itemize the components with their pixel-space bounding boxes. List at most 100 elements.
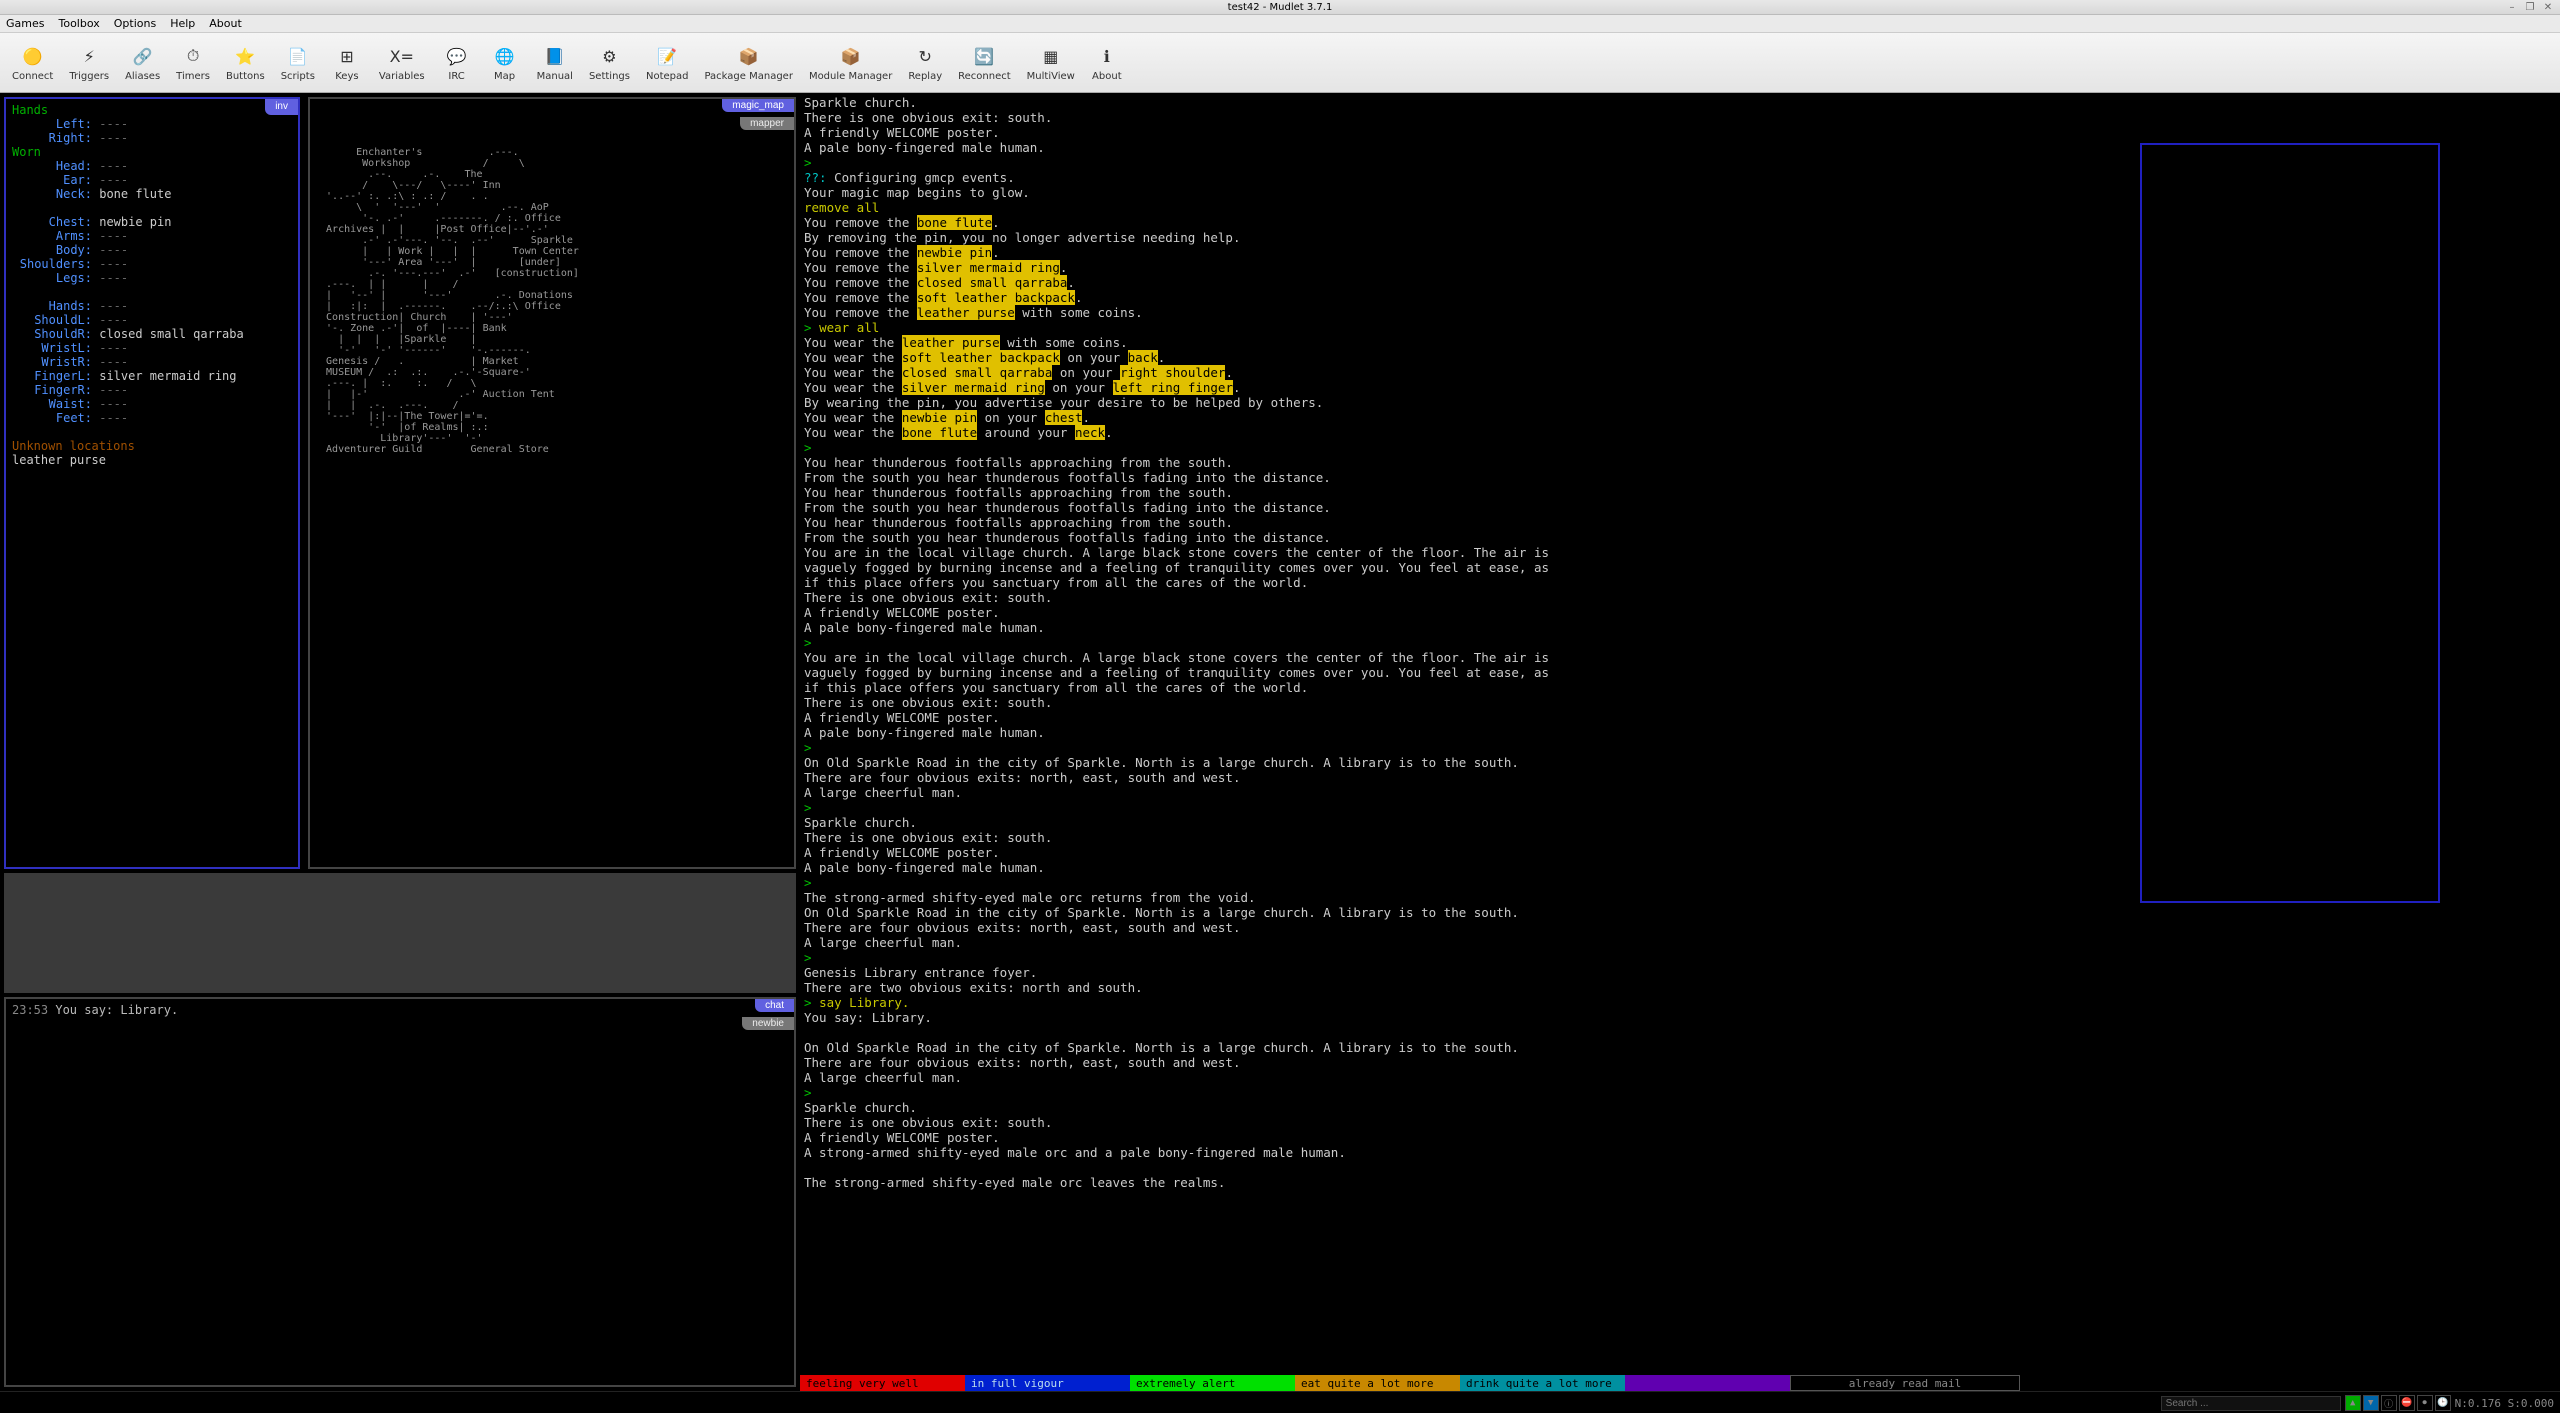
- toolbar-timers-button[interactable]: ⏱Timers: [168, 41, 218, 84]
- status-drink: drink quite a lot more: [1460, 1375, 1625, 1391]
- inv-shouldr-value: closed small qarraba: [99, 327, 244, 341]
- notepad-icon: 📝: [654, 43, 680, 69]
- buttons-icon: ⭐: [232, 43, 258, 69]
- tab-mapper[interactable]: mapper: [740, 117, 794, 130]
- tray-up-icon[interactable]: ▲: [2345, 1395, 2361, 1411]
- status-food: eat quite a lot more: [1295, 1375, 1460, 1391]
- toolbar-triggers-button[interactable]: ⚡Triggers: [61, 41, 117, 84]
- menu-toolbox[interactable]: Toolbox: [58, 17, 99, 30]
- inv-arms-value: ----: [99, 229, 128, 243]
- map-panel: magic_map mapper Enchanter's .---. Works…: [308, 97, 796, 869]
- right-column: [2020, 93, 2560, 1391]
- tray-info-icon[interactable]: ⓘ: [2381, 1395, 2397, 1411]
- toolbar-connect-button[interactable]: 🟡Connect: [4, 41, 61, 84]
- tray-log-icon[interactable]: ⏺: [2417, 1395, 2433, 1411]
- toolbar: 🟡Connect⚡Triggers🔗Aliases⏱Timers⭐Buttons…: [0, 33, 2560, 93]
- window-titlebar: test42 - Mudlet 3.7.1 – ❐ ✕: [0, 0, 2560, 15]
- tray-down-icon[interactable]: ▼: [2363, 1395, 2379, 1411]
- blank-area: [4, 873, 796, 993]
- inv-neck-label: Neck:: [12, 187, 92, 201]
- tab-magic-map[interactable]: magic_map: [722, 99, 794, 112]
- inv-feet-value: ----: [99, 411, 128, 425]
- inv-unknown-header: Unknown locations: [12, 439, 292, 453]
- search-input[interactable]: [2161, 1396, 2341, 1411]
- toolbar-keys-button[interactable]: ⊞Keys: [323, 41, 371, 84]
- toolbar-scripts-button[interactable]: 📄Scripts: [273, 41, 323, 84]
- map-icon: 🌐: [492, 43, 518, 69]
- toolbar-notepad-button[interactable]: 📝Notepad: [638, 41, 697, 84]
- right-empty-panel: [2140, 143, 2440, 903]
- inv-right-label: Right:: [12, 131, 92, 145]
- inv-ear-value: ----: [99, 173, 128, 187]
- menu-about[interactable]: About: [209, 17, 242, 30]
- toolbar-irc-button[interactable]: 💬IRC: [433, 41, 481, 84]
- settings-icon: ⚙: [596, 43, 622, 69]
- package-manager-icon: 📦: [736, 43, 762, 69]
- status-mail: already read mail: [1790, 1375, 2020, 1391]
- inv-fingerr-label: FingerR:: [12, 383, 92, 397]
- inv-right-value: ----: [99, 131, 128, 145]
- toolbar-reconnect-button[interactable]: 🔄Reconnect: [950, 41, 1019, 84]
- scripts-icon: 📄: [285, 43, 311, 69]
- status-alert: extremely alert: [1130, 1375, 1295, 1391]
- manual-icon: 📘: [542, 43, 568, 69]
- irc-icon: 💬: [444, 43, 470, 69]
- inv-left-label: Left:: [12, 117, 92, 131]
- inv-shouldl-value: ----: [99, 313, 128, 327]
- chat-panel: chat newbie 23:53 You say: Library.: [4, 997, 796, 1387]
- tray-bug-icon[interactable]: ⛔: [2399, 1395, 2415, 1411]
- main-console[interactable]: Sparkle church. There is one obvious exi…: [800, 93, 2020, 1375]
- toolbar-multiview-button[interactable]: ▦MultiView: [1019, 41, 1083, 84]
- inv-arms-label: Arms:: [12, 229, 92, 243]
- inv-waist-value: ----: [99, 397, 128, 411]
- menu-games[interactable]: Games: [6, 17, 44, 30]
- toolbar-buttons-button[interactable]: ⭐Buttons: [218, 41, 273, 84]
- inv-wristr-label: WristR:: [12, 355, 92, 369]
- chat-line: You say: Library.: [55, 1003, 178, 1017]
- inv-ear-label: Ear:: [12, 173, 92, 187]
- tray-icons: ▲ ▼ ⓘ ⛔ ⏺ 🕒: [2345, 1395, 2451, 1411]
- tab-inv[interactable]: inv: [265, 99, 298, 115]
- inventory-panel: inv Hands Left: ---- Right: ---- Worn He…: [4, 97, 300, 869]
- menu-help[interactable]: Help: [170, 17, 195, 30]
- toolbar-module-manager-button[interactable]: 📦Module Manager: [801, 41, 900, 84]
- status-intox: [1625, 1375, 1790, 1391]
- inv-wristr-value: ----: [99, 355, 128, 369]
- inv-body-label: Body:: [12, 243, 92, 257]
- status-hp: feeling very well: [800, 1375, 965, 1391]
- inv-legs-value: ----: [99, 271, 128, 285]
- inv-shouldr-label: ShouldR:: [12, 327, 92, 341]
- toolbar-settings-button[interactable]: ⚙Settings: [581, 41, 638, 84]
- inv-legs-label: Legs:: [12, 271, 92, 285]
- ascii-map: Enchanter's .---. Workshop / \ .--. .-. …: [314, 147, 790, 455]
- tab-chat[interactable]: chat: [755, 999, 794, 1012]
- tab-newbie[interactable]: newbie: [742, 1017, 794, 1030]
- close-icon[interactable]: ✕: [2542, 1, 2554, 13]
- inv-hands-label: Hands:: [12, 299, 92, 313]
- menu-options[interactable]: Options: [114, 17, 156, 30]
- tray-clock-icon[interactable]: 🕒: [2435, 1395, 2451, 1411]
- inv-chest-label: Chest:: [12, 215, 92, 229]
- status-mana: in full vigour: [965, 1375, 1130, 1391]
- inv-body-value: ----: [99, 243, 128, 257]
- toolbar-package-manager-button[interactable]: 📦Package Manager: [696, 41, 800, 84]
- about-icon: ℹ: [1094, 43, 1120, 69]
- toolbar-map-button[interactable]: 🌐Map: [481, 41, 529, 84]
- toolbar-about-button[interactable]: ℹAbout: [1083, 41, 1131, 84]
- maximize-icon[interactable]: ❐: [2524, 1, 2536, 13]
- toolbar-aliases-button[interactable]: 🔗Aliases: [117, 41, 168, 84]
- minimize-icon[interactable]: –: [2506, 1, 2518, 13]
- inv-left-value: ----: [99, 117, 128, 131]
- menubar: Games Toolbox Options Help About: [0, 15, 2560, 33]
- inv-wristl-value: ----: [99, 341, 128, 355]
- inv-chest-value: newbie pin: [99, 215, 171, 229]
- toolbar-manual-button[interactable]: 📘Manual: [529, 41, 581, 84]
- inv-hands-header: Hands: [12, 103, 292, 117]
- multiview-icon: ▦: [1038, 43, 1064, 69]
- inv-head-value: ----: [99, 159, 128, 173]
- toolbar-replay-button[interactable]: ↻Replay: [900, 41, 950, 84]
- toolbar-variables-button[interactable]: X=Variables: [371, 41, 433, 84]
- inv-wristl-label: WristL:: [12, 341, 92, 355]
- net-stats: N:0.176 S:0.000: [2455, 1397, 2554, 1410]
- timers-icon: ⏱: [180, 43, 206, 69]
